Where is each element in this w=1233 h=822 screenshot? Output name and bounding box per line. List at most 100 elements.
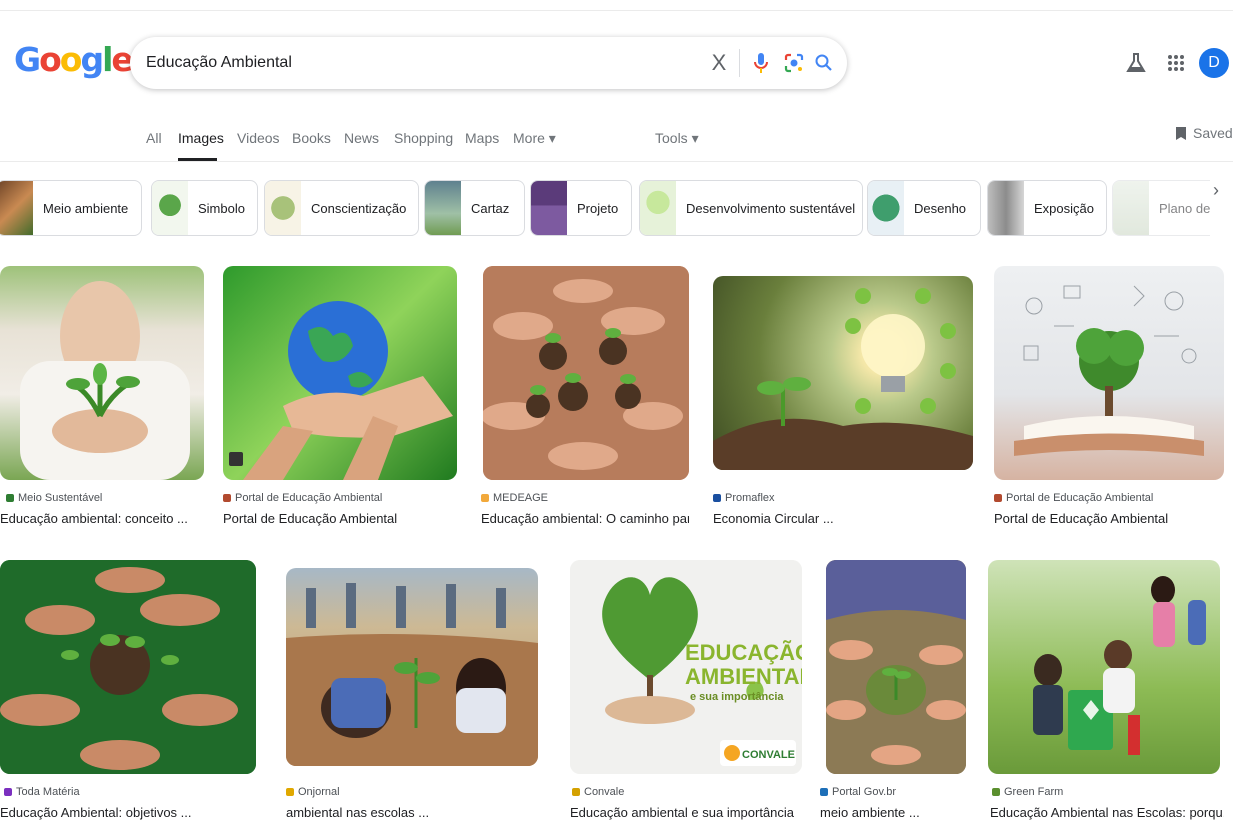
image-result[interactable]: Portal de Educação Ambiental Portal de E… — [223, 266, 459, 531]
tab-shopping[interactable]: Shopping — [394, 130, 453, 146]
result-title[interactable]: ambiental nas escolas ... — [286, 805, 550, 820]
result-title[interactable]: meio ambiente ... — [820, 805, 968, 820]
chip-thumbnail — [1113, 181, 1149, 235]
chip-meio-ambiente[interactable]: Meio ambiente — [0, 180, 142, 236]
tab-images[interactable]: Images — [178, 130, 224, 146]
chip-desenvolvimento-sustentavel[interactable]: Desenvolvimento sustentável — [639, 180, 863, 236]
chip-thumbnail — [531, 181, 567, 235]
chip-desenho[interactable]: Desenho — [867, 180, 981, 236]
result-source: Portal de Educação Ambiental — [223, 492, 382, 504]
source-name: Meio Sustentável — [18, 492, 103, 504]
result-thumbnail — [994, 266, 1224, 480]
chips-next-button[interactable]: › — [1213, 180, 1219, 201]
search-icon — [815, 54, 832, 71]
site-favicon — [286, 788, 294, 796]
result-title[interactable]: Economia Circular ... — [713, 511, 975, 526]
chip-thumbnail — [425, 181, 461, 235]
result-thumbnail — [988, 560, 1220, 774]
chip-plano-de[interactable]: Plano de — [1112, 180, 1210, 236]
chip-exposicao[interactable]: Exposição — [987, 180, 1107, 236]
chip-thumbnail — [152, 181, 188, 235]
result-thumbnail — [286, 568, 538, 766]
result-title[interactable]: Educação Ambiental: objetivos ... — [0, 805, 258, 820]
convale-line3: e sua importância — [690, 691, 784, 703]
search-labs-button[interactable] — [1123, 50, 1149, 76]
chip-cartaz[interactable]: Cartaz — [424, 180, 525, 236]
source-name: Portal Gov.br — [832, 786, 896, 798]
logo-letter: g — [80, 40, 104, 79]
image-result[interactable]: Green Farm Educação Ambiental nas Escola… — [988, 560, 1228, 822]
google-apps-button[interactable] — [1163, 50, 1189, 76]
chip-projeto[interactable]: Projeto — [530, 180, 632, 236]
site-favicon — [223, 494, 231, 502]
tools-button[interactable]: Tools ▾ — [655, 130, 699, 147]
chevron-right-icon: › — [1213, 180, 1219, 200]
convale-brand: CONVALE — [742, 749, 795, 761]
result-title[interactable]: Portal de Educação Ambiental — [223, 511, 459, 526]
tab-videos[interactable]: Videos — [237, 130, 280, 146]
bookmark-icon — [1176, 126, 1186, 140]
logo-letter: l — [102, 40, 113, 79]
image-result[interactable]: Meio Sustentável Educação ambiental: con… — [0, 266, 206, 531]
result-source: Portal Gov.br — [820, 786, 896, 798]
chip-label: Cartaz — [471, 200, 510, 216]
logo-letter: o — [59, 40, 83, 79]
convale-line2: AMBIENTAL — [685, 664, 802, 689]
result-thumbnail — [0, 266, 204, 480]
site-favicon — [4, 788, 12, 796]
image-result[interactable]: Toda Matéria Educação Ambiental: objetiv… — [0, 560, 258, 822]
result-title[interactable]: Educação ambiental: conceito ... — [0, 511, 206, 526]
result-title[interactable]: Educação ambiental e sua importância — [570, 805, 802, 820]
tab-maps[interactable]: Maps — [465, 130, 499, 146]
chip-thumbnail — [868, 181, 904, 235]
result-thumbnail — [713, 276, 973, 470]
result-source: Convale — [572, 786, 624, 798]
search-box: X — [130, 37, 847, 89]
apps-grid-icon — [1168, 55, 1184, 71]
google-logo[interactable]: G o o g l e — [14, 40, 134, 79]
chip-simbolo[interactable]: Simbolo — [151, 180, 258, 236]
flask-icon — [1126, 53, 1146, 72]
lens-search-button[interactable] — [780, 49, 808, 77]
close-icon: X — [711, 50, 727, 75]
image-result[interactable]: MEDEAGE Educação ambiental: O caminho pa… — [481, 266, 689, 531]
result-source: Onjornal — [286, 786, 340, 798]
chip-label: Projeto — [577, 200, 619, 216]
source-name: Portal de Educação Ambiental — [1006, 492, 1154, 504]
chip-label: Plano de — [1159, 200, 1210, 216]
tab-more[interactable]: More ▾ — [513, 130, 556, 147]
result-title[interactable]: Educação Ambiental nas Escolas: porqu... — [990, 805, 1224, 820]
source-name: Convale — [584, 786, 625, 798]
result-source: Promaflex — [713, 492, 775, 504]
site-favicon — [572, 788, 580, 796]
clear-search-button[interactable]: X — [705, 49, 733, 77]
tab-books[interactable]: Books — [292, 130, 331, 146]
image-result[interactable]: Onjornal ambiental nas escolas ... — [274, 560, 552, 822]
result-title[interactable]: Educação ambiental: O caminho par... — [481, 511, 689, 526]
result-title[interactable]: Portal de Educação Ambiental — [994, 511, 1226, 526]
saved-button[interactable]: Saved — [1175, 125, 1233, 141]
image-result[interactable]: Portal de Educação Ambiental Portal de E… — [994, 266, 1226, 531]
search-divider — [739, 49, 740, 77]
top-divider — [0, 10, 1233, 11]
chip-label: Desenho — [914, 200, 967, 216]
image-result[interactable]: EDUCAÇÃO AMBIENTAL e sua importância CON… — [568, 560, 802, 822]
image-result[interactable]: Portal Gov.br meio ambiente ... — [818, 560, 968, 822]
active-tab-indicator — [178, 158, 217, 161]
result-source: Meio Sustentável — [6, 492, 102, 504]
search-input[interactable] — [146, 51, 686, 75]
result-source: Portal de Educação Ambiental — [994, 492, 1153, 504]
site-favicon — [994, 494, 1002, 502]
tab-all[interactable]: All — [146, 130, 162, 146]
tab-news[interactable]: News — [344, 130, 379, 146]
convale-line1: EDUCAÇÃO — [685, 640, 802, 665]
voice-search-button[interactable] — [747, 49, 775, 77]
account-avatar[interactable]: D — [1199, 48, 1229, 78]
image-result[interactable]: Promaflex Economia Circular ... — [711, 266, 975, 531]
search-button[interactable] — [810, 49, 838, 77]
logo-letter: e — [111, 40, 133, 79]
result-thumbnail — [483, 266, 689, 480]
source-name: Toda Matéria — [16, 786, 80, 798]
chip-label: Desenvolvimento sustentável — [686, 200, 856, 216]
chip-conscientizacao[interactable]: Conscientização — [264, 180, 419, 236]
